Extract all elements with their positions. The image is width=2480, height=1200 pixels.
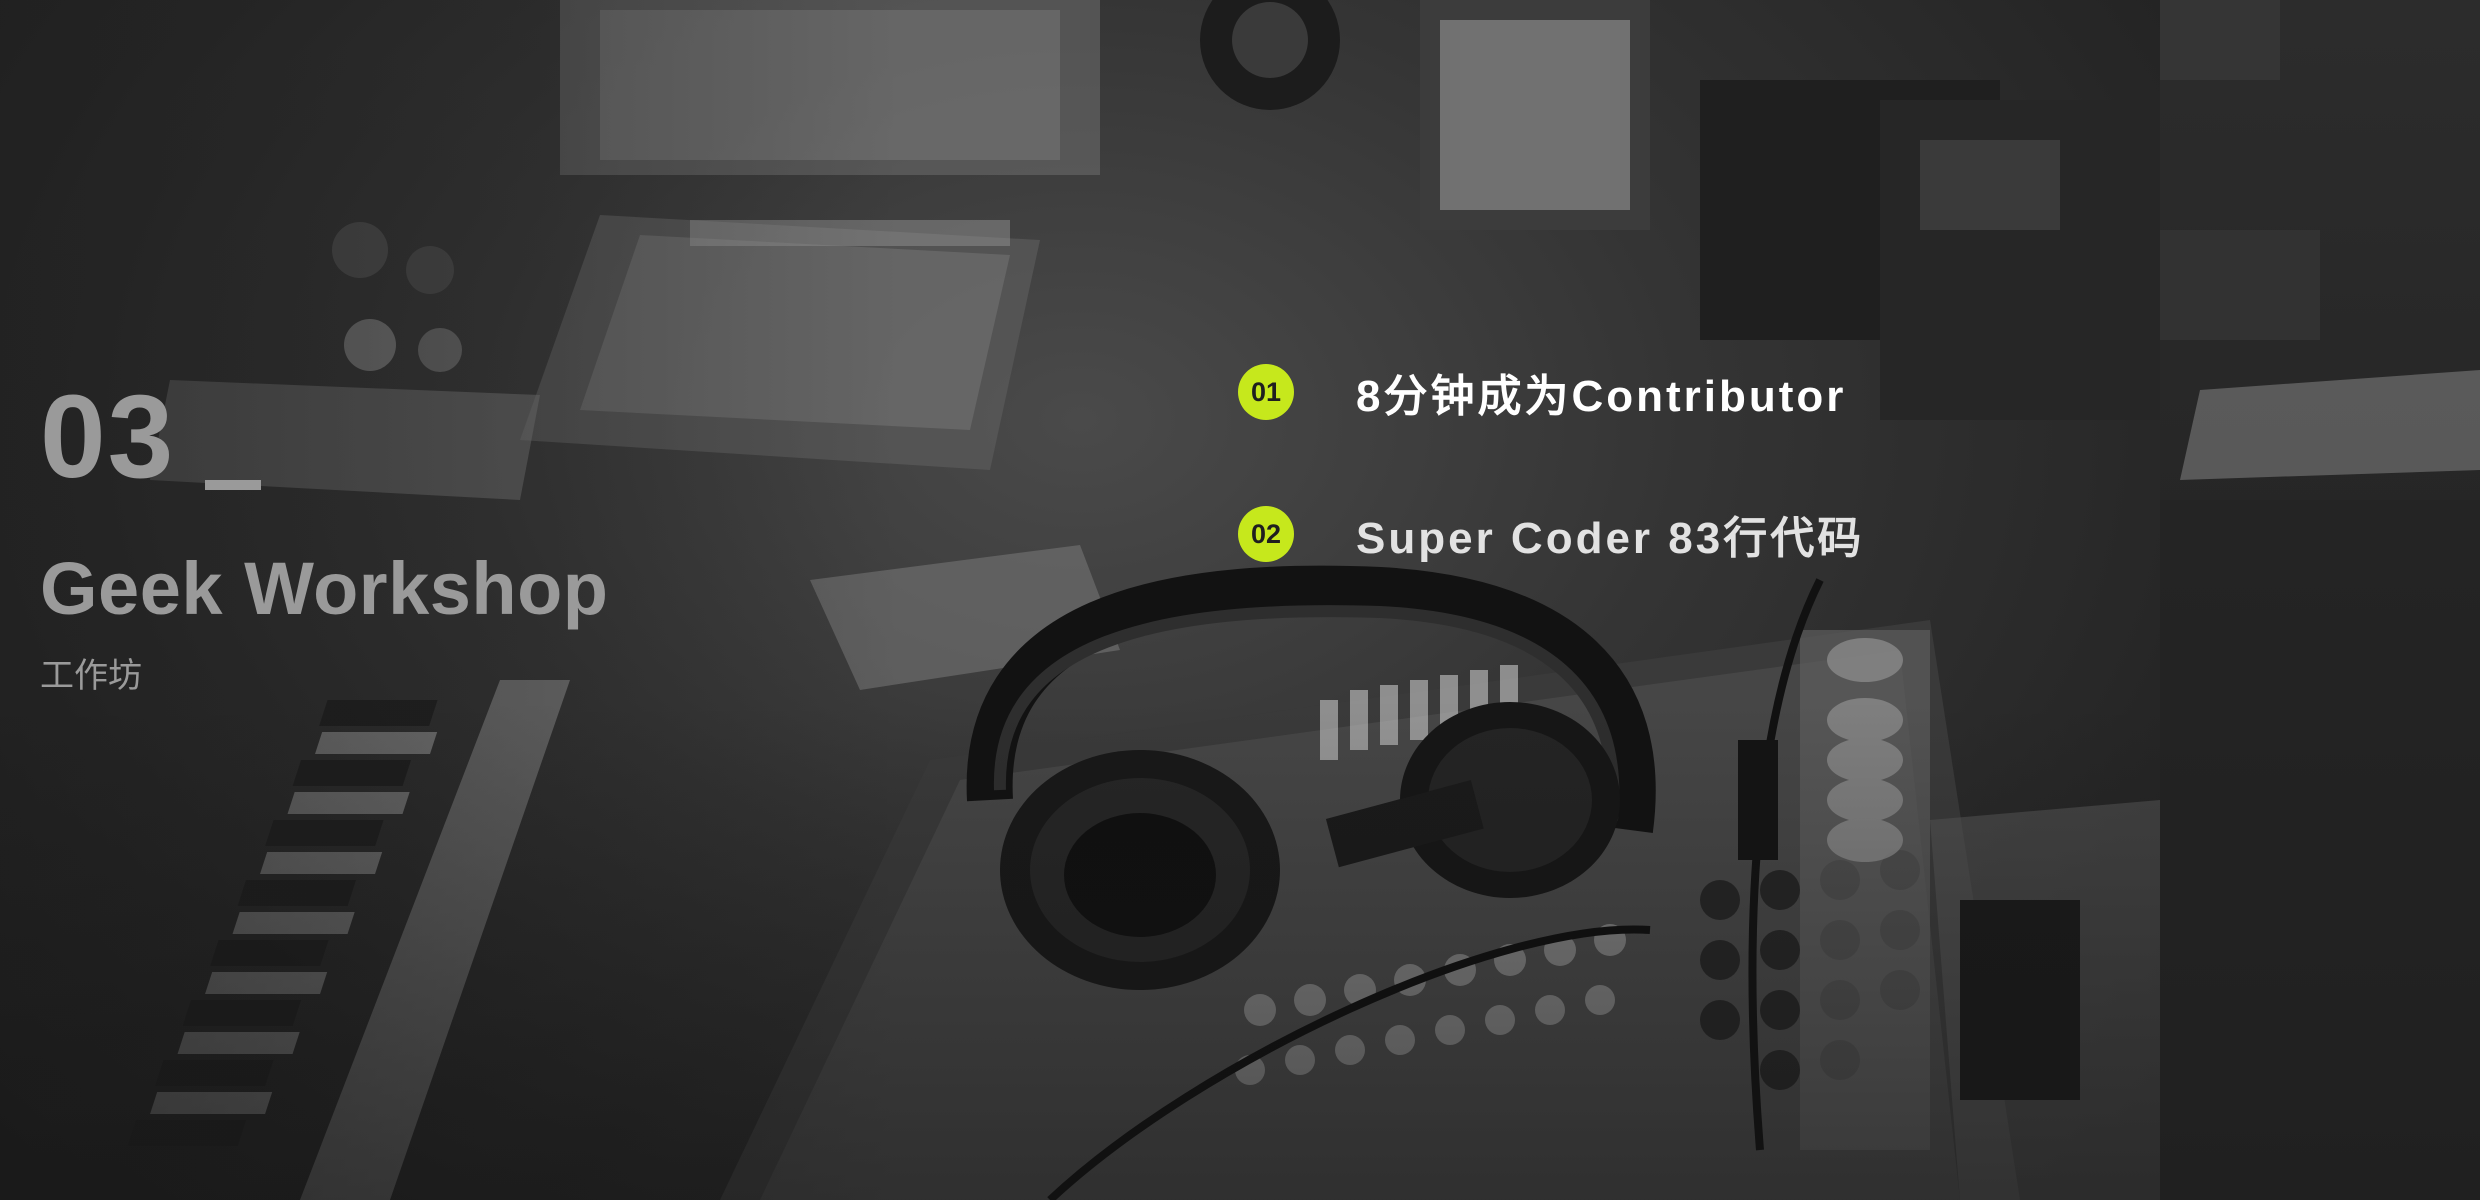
section-title: Geek Workshop [40, 547, 609, 630]
slide: 03 Geek Workshop 工作坊 01 8分钟成为Contributor… [0, 0, 2480, 1200]
agenda-item-label: 8分钟成为Contributor [1356, 372, 1847, 421]
bottom-shade-overlay [0, 700, 2160, 1200]
agenda-item-badge: 01 [1238, 364, 1294, 420]
background-photo-edge [2160, 0, 2480, 1200]
section-number-text: 03 [40, 371, 176, 503]
agenda-list: 01 8分钟成为Contributor 02 Super Coder 83行代码 [1238, 362, 2158, 646]
section-heading: 03 Geek Workshop 工作坊 [40, 378, 760, 696]
agenda-item-contributor[interactable]: 01 8分钟成为Contributor [1238, 362, 2158, 422]
agenda-item-label: Super Coder 83行代码 [1356, 514, 1865, 563]
agenda-item-badge: 02 [1238, 506, 1294, 562]
section-number-underscore [205, 480, 262, 490]
section-number: 03 [40, 378, 760, 496]
section-subtitle: 工作坊 [40, 657, 142, 695]
agenda-item-super-coder[interactable]: 02 Super Coder 83行代码 [1238, 504, 2158, 564]
